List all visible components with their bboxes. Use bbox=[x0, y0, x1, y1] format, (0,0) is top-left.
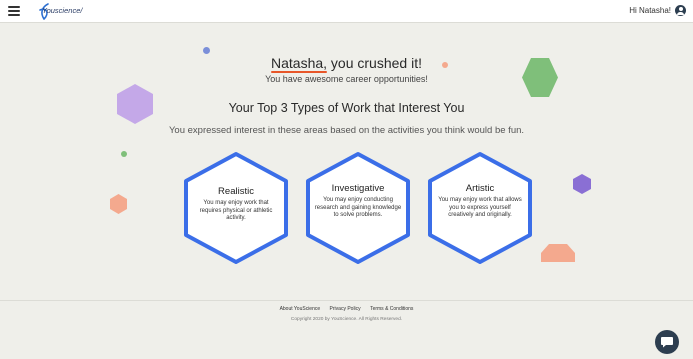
top-nav-bar: Youscience/ Hi Natasha! bbox=[0, 0, 693, 23]
footer-links: About YouScience Privacy Policy Terms & … bbox=[0, 306, 693, 312]
user-greeting: Hi Natasha! bbox=[629, 6, 671, 15]
interest-card-investigative[interactable]: Investigative You may enjoy conducting r… bbox=[302, 150, 414, 266]
footer-link-about[interactable]: About YouScience bbox=[280, 306, 321, 312]
card-description: You may enjoy work that requires physica… bbox=[199, 200, 273, 221]
hamburger-menu-icon[interactable] bbox=[8, 6, 20, 16]
card-description: You may enjoy work that allows you to ex… bbox=[438, 197, 522, 218]
card-description: You may enjoy conducting research and ga… bbox=[314, 197, 402, 218]
chat-bubble-icon bbox=[661, 337, 673, 348]
decorative-blue-dot bbox=[203, 47, 210, 54]
user-circle-icon[interactable] bbox=[675, 5, 686, 16]
hero-title-text: you crushed it! bbox=[327, 55, 422, 71]
hero-title: Natasha, you crushed it! bbox=[0, 55, 693, 73]
chat-button[interactable] bbox=[655, 330, 679, 354]
youscience-logo[interactable]: Youscience/ bbox=[34, 1, 84, 21]
footer-divider bbox=[0, 300, 693, 301]
footer-link-terms[interactable]: Terms & Conditions bbox=[370, 306, 413, 312]
decorative-violet-hexagon bbox=[573, 174, 591, 194]
card-title: Realistic bbox=[218, 186, 254, 197]
decorative-green-dot bbox=[121, 151, 127, 157]
copyright-text: Copyright 2020 by YouScience. All Rights… bbox=[290, 317, 403, 322]
hero-subtitle: You have awesome career opportunities! bbox=[265, 74, 428, 84]
interest-card-artistic[interactable]: Artistic You may enjoy work that allows … bbox=[424, 150, 536, 266]
user-name: Natasha, bbox=[271, 55, 328, 73]
card-title: Investigative bbox=[331, 183, 385, 194]
logo-text: Youscience/ bbox=[42, 6, 83, 15]
section-subtitle: You expressed interest in these areas ba… bbox=[168, 125, 525, 136]
decorative-salmon-hexagon bbox=[110, 194, 127, 214]
card-title: Artistic bbox=[465, 183, 495, 194]
footer-link-privacy[interactable]: Privacy Policy bbox=[330, 306, 361, 312]
section-title: Your Top 3 Types of Work that Interest Y… bbox=[228, 101, 465, 115]
decorative-salmon-hexagon-half bbox=[541, 244, 575, 262]
interest-card-realistic[interactable]: Realistic You may enjoy work that requir… bbox=[180, 150, 292, 266]
